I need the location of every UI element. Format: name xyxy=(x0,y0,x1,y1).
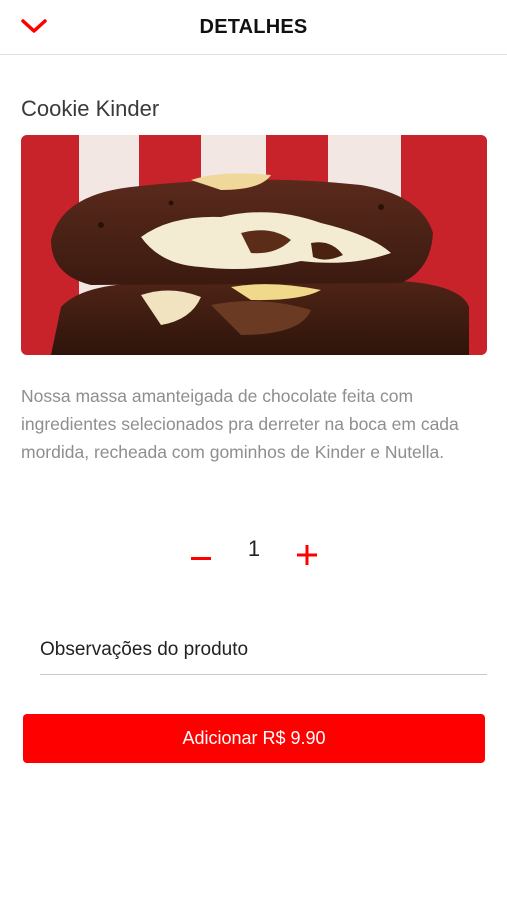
add-button-label: Adicionar xyxy=(182,728,258,748)
add-to-cart-button[interactable]: Adicionar R$ 9.90 xyxy=(23,714,485,763)
plus-icon xyxy=(297,544,317,570)
product-description: Nossa massa amanteigada de chocolate fei… xyxy=(21,386,459,462)
app-header: DETALHES xyxy=(0,0,507,55)
product-image xyxy=(21,135,487,355)
decrease-quantity-button[interactable] xyxy=(185,538,217,576)
product-name: Cookie Kinder xyxy=(21,96,160,121)
cookie-photo xyxy=(21,135,487,355)
product-notes-input[interactable] xyxy=(40,626,487,675)
minus-icon xyxy=(191,548,211,566)
add-button-price: R$ 9.90 xyxy=(262,728,326,748)
quantity-value: 1 xyxy=(247,536,261,561)
increase-quantity-button[interactable] xyxy=(290,538,324,576)
page-title: DETALHES xyxy=(199,16,308,38)
